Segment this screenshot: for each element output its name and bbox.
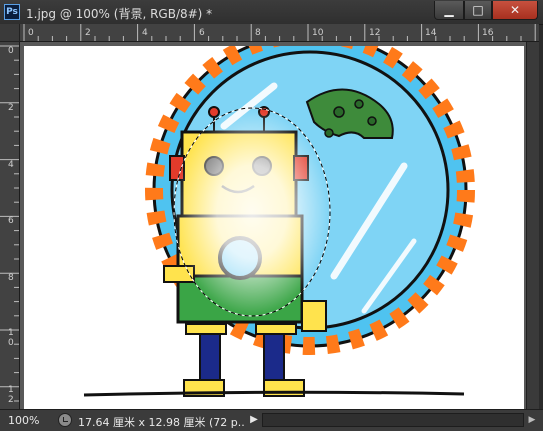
minimize-icon: ▁	[444, 3, 454, 17]
robot-porthole-illustration	[83, 42, 475, 397]
ruler-label-h8: 8	[255, 28, 261, 38]
ruler-label-v0: 0	[8, 46, 14, 56]
ruler-label-h6: 6	[199, 28, 205, 38]
lighting-glow	[174, 108, 330, 316]
scroll-right-arrow-icon[interactable]: ▶	[526, 413, 538, 427]
horizontal-ruler[interactable]: 0 2 4 6 8 10 12 14 16	[20, 24, 539, 42]
close-button[interactable]: ✕	[492, 1, 538, 20]
minimize-button[interactable]: ▁	[434, 1, 464, 20]
title-bar: Ps 1.jpg @ 100% (背景, RGB/8#) * ▁ □ ✕	[0, 0, 543, 25]
vertical-ruler[interactable]: 0 2 4 6 8 10 12	[0, 42, 20, 409]
document-info[interactable]: 17.64 厘米 x 12.98 厘米 (72 p...	[78, 414, 244, 430]
maximize-icon: □	[472, 3, 484, 17]
clock-icon[interactable]	[58, 413, 72, 427]
horizontal-scrollbar[interactable]	[262, 413, 524, 427]
document-canvas[interactable]	[24, 42, 524, 409]
ruler-label-h0: 0	[28, 28, 34, 38]
photoshop-logo: Ps	[4, 4, 20, 20]
ruler-label-v2: 2	[8, 103, 14, 113]
ruler-label-v12: 12	[8, 385, 14, 405]
ruler-label-v8: 8	[8, 273, 14, 283]
ruler-origin-corner[interactable]	[0, 24, 20, 42]
document-tab-title[interactable]: 1.jpg @ 100% (背景, RGB/8#) *	[26, 5, 212, 22]
ruler-label-v6: 6	[8, 216, 14, 226]
maximize-button[interactable]: □	[464, 1, 492, 20]
ruler-label-h12: 12	[369, 28, 380, 38]
ruler-label-h2: 2	[85, 28, 91, 38]
ruler-label-v4: 4	[8, 160, 14, 170]
status-menu-arrow[interactable]: ▶	[248, 413, 260, 427]
ruler-label-h10: 10	[312, 28, 324, 38]
status-bar: 100% 17.64 厘米 x 12.98 厘米 (72 p... ▶ ▶	[0, 409, 543, 431]
close-icon: ✕	[509, 3, 521, 17]
ruler-label-h4: 4	[142, 28, 148, 38]
ruler-label-v10: 10	[8, 328, 14, 348]
ruler-label-h16: 16	[482, 28, 494, 38]
ruler-label-h14: 14	[425, 28, 437, 38]
vertical-scrollbar[interactable]	[526, 42, 539, 409]
zoom-level[interactable]: 100%	[8, 414, 39, 427]
canvas-area[interactable]	[20, 42, 539, 409]
